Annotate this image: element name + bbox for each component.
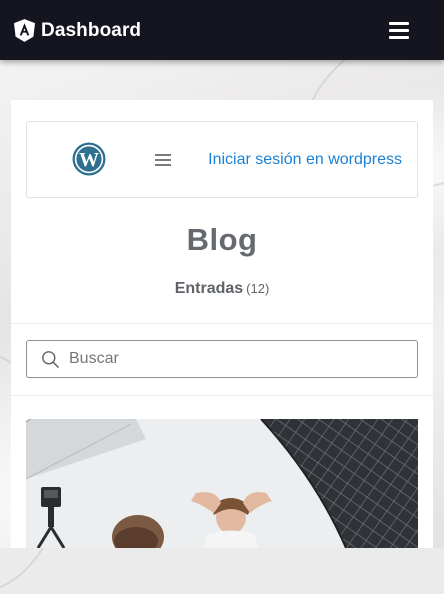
entries-summary: Entradas (12) [11,280,433,298]
entries-label: Entradas [174,280,244,297]
search-icon [42,351,59,368]
hamburger-icon[interactable] [389,22,409,39]
brand[interactable]: Dashboard [14,19,141,42]
svg-text:W: W [79,149,99,171]
photo-studio-image [26,419,418,548]
angular-shield-icon [14,19,35,42]
wordpress-login-bar: W Iniciar sesión en wordpress [26,121,418,198]
post-image[interactable] [26,419,418,548]
search-input[interactable] [67,342,411,376]
blog-card: W Iniciar sesión en wordpress Blog Entra… [11,100,433,548]
page-title: Blog [186,222,258,257]
top-navbar: Dashboard [0,0,444,60]
search-box[interactable] [26,340,418,378]
divider [11,395,433,396]
app-title: Dashboard [41,19,142,41]
wordpress-login-link[interactable]: Iniciar sesión en wordpress [208,151,402,169]
entries-count: (12) [246,281,270,296]
wordpress-logo-icon: W [72,142,106,176]
divider [11,323,433,324]
wordpress-menu-icon[interactable] [155,154,171,166]
